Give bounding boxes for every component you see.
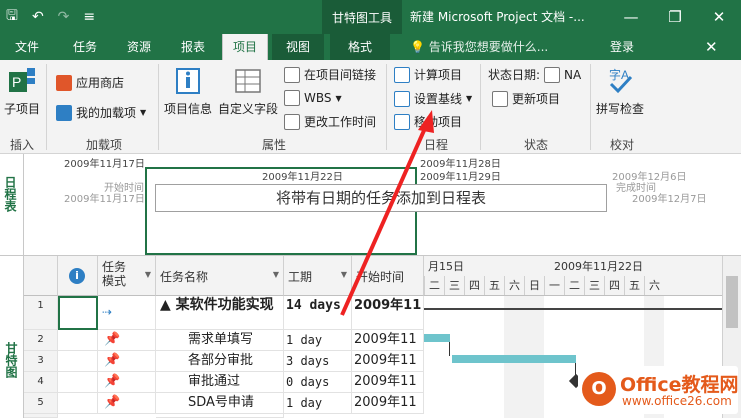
annotation-arrow — [340, 110, 434, 316]
site-watermark: O Office教程网 www.office26.com — [578, 366, 739, 414]
watermark-url: www.office26.com — [622, 394, 732, 408]
watermark-logo: O — [582, 372, 616, 406]
watermark-name: Office教程网 — [620, 374, 739, 396]
